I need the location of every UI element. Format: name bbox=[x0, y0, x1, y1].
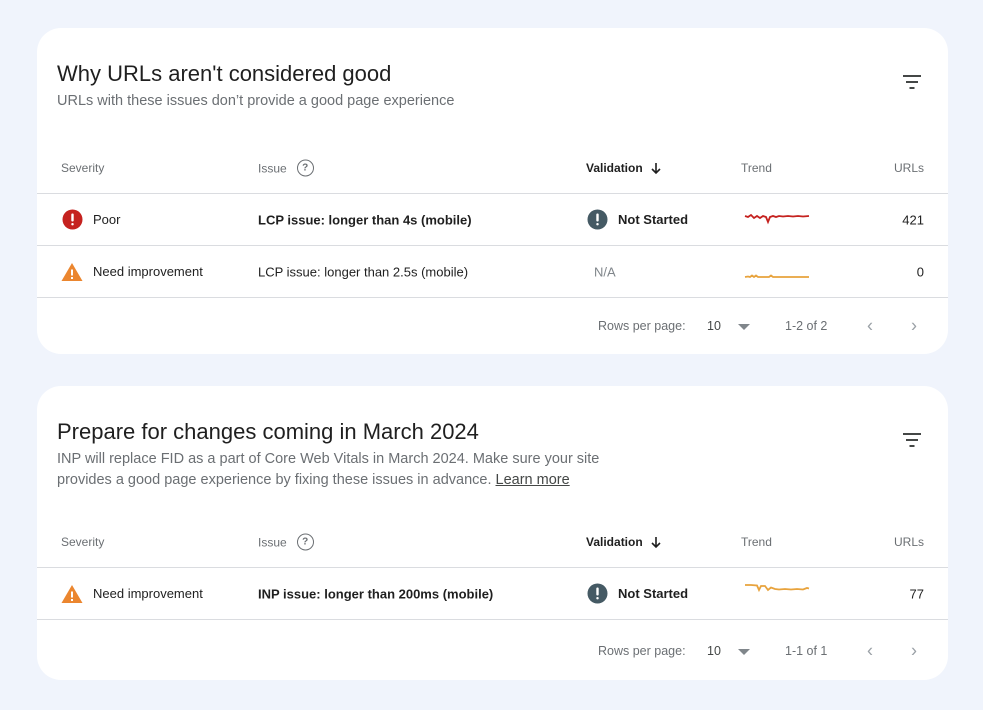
trend-sparkline bbox=[744, 213, 810, 224]
issue-label: LCP issue: longer than 2.5s (mobile) bbox=[258, 264, 469, 279]
next-page-button[interactable]: › bbox=[911, 316, 917, 337]
filter-icon bbox=[903, 433, 921, 435]
pagination: Rows per page: 10 1-2 of 2 ‹ › bbox=[37, 298, 948, 354]
learn-more-link[interactable]: Learn more bbox=[496, 472, 570, 488]
card-subtitle: INP will replace FID as a part of Core W… bbox=[57, 449, 617, 491]
arrow-down-icon bbox=[651, 537, 661, 549]
urls-count: 421 bbox=[902, 212, 924, 227]
help-icon[interactable]: ? bbox=[296, 533, 314, 551]
col-validation[interactable]: Validation bbox=[586, 535, 663, 549]
filter-button[interactable] bbox=[900, 70, 924, 94]
dropdown-arrow-icon bbox=[738, 648, 751, 655]
help-icon[interactable]: ? bbox=[296, 159, 314, 177]
col-validation[interactable]: Validation bbox=[586, 161, 663, 175]
validation-status-icon bbox=[586, 209, 608, 231]
error-icon bbox=[61, 209, 83, 231]
trend-cell bbox=[743, 210, 813, 230]
rows-per-page-select[interactable]: 10 bbox=[707, 644, 751, 658]
severity-label: Poor bbox=[93, 212, 121, 227]
table-row[interactable]: Poor LCP issue: longer than 4s (mobile) … bbox=[37, 194, 948, 246]
filter-icon-bot bbox=[909, 445, 915, 447]
prev-page-button[interactable]: ‹ bbox=[867, 316, 873, 337]
validation-label: Not Started bbox=[618, 212, 689, 227]
upcoming-changes-card: Prepare for changes coming in March 2024… bbox=[37, 386, 948, 680]
issue-label: LCP issue: longer than 4s (mobile) bbox=[258, 212, 472, 227]
trend-cell bbox=[743, 580, 813, 600]
filter-icon-bot bbox=[909, 87, 915, 89]
trend-cell bbox=[743, 267, 813, 287]
warning-icon bbox=[61, 261, 83, 283]
col-trend: Trend bbox=[741, 161, 772, 175]
rows-per-page-label: Rows per page: bbox=[598, 644, 686, 658]
prev-page-button[interactable]: ‹ bbox=[867, 641, 873, 662]
filter-button[interactable] bbox=[900, 428, 924, 452]
warning-icon bbox=[61, 583, 83, 605]
trend-sparkline bbox=[744, 273, 809, 278]
col-urls[interactable]: URLs bbox=[894, 161, 924, 175]
page-range: 1-1 of 1 bbox=[785, 644, 828, 658]
table-row[interactable]: Need improvement LCP issue: longer than … bbox=[37, 246, 948, 298]
col-issue-label: Issue bbox=[258, 161, 287, 175]
table-header: Severity Issue ? Validation Trend URLs bbox=[37, 143, 948, 194]
severity-cell: Poor bbox=[61, 209, 120, 231]
validation-cell: Not Started bbox=[586, 209, 688, 231]
card-subtitle: URLs with these issues don’t provide a g… bbox=[57, 93, 455, 109]
issue-label: INP issue: longer than 200ms (mobile) bbox=[258, 586, 494, 601]
filter-icon bbox=[903, 75, 921, 77]
severity-cell: Need improvement bbox=[61, 583, 203, 605]
table-row[interactable]: Need improvement INP issue: longer than … bbox=[37, 568, 948, 620]
validation-cell: Not Started bbox=[586, 583, 688, 605]
page-range: 1-2 of 2 bbox=[785, 319, 828, 333]
col-severity[interactable]: Severity bbox=[61, 161, 104, 175]
next-page-button[interactable]: › bbox=[911, 641, 917, 662]
filter-icon-mid bbox=[906, 81, 918, 83]
col-severity[interactable]: Severity bbox=[61, 535, 104, 549]
urls-count: 77 bbox=[909, 586, 924, 601]
col-trend: Trend bbox=[741, 535, 772, 549]
col-issue-label: Issue bbox=[258, 535, 287, 549]
filter-icon-mid bbox=[906, 439, 918, 441]
trend-sparkline bbox=[745, 583, 810, 592]
validation-status-icon bbox=[586, 583, 608, 605]
col-validation-label: Validation bbox=[586, 161, 643, 175]
validation-label: Not Started bbox=[618, 586, 689, 601]
rows-per-page-value: 10 bbox=[707, 644, 721, 658]
col-issue[interactable]: Issue ? bbox=[258, 159, 314, 177]
validation-label: N/A bbox=[594, 264, 616, 279]
severity-label: Need improvement bbox=[93, 264, 203, 279]
rows-per-page-select[interactable]: 10 bbox=[707, 319, 751, 333]
col-urls[interactable]: URLs bbox=[894, 535, 924, 549]
severity-cell: Need improvement bbox=[61, 261, 203, 283]
validation-cell: N/A bbox=[586, 264, 616, 279]
poor-urls-card: Why URLs aren't considered good URLs wit… bbox=[37, 28, 948, 354]
col-validation-label: Validation bbox=[586, 535, 643, 549]
card-title: Prepare for changes coming in March 2024 bbox=[57, 419, 479, 444]
pagination: Rows per page: 10 1-1 of 1 ‹ › bbox=[37, 623, 948, 679]
urls-count: 0 bbox=[916, 264, 924, 279]
rows-per-page-label: Rows per page: bbox=[598, 319, 686, 333]
col-issue[interactable]: Issue ? bbox=[258, 533, 314, 551]
dropdown-arrow-icon bbox=[738, 323, 751, 330]
arrow-down-icon bbox=[651, 163, 661, 175]
table-header: Severity Issue ? Validation Trend URLs bbox=[37, 517, 948, 568]
severity-label: Need improvement bbox=[93, 586, 203, 601]
rows-per-page-value: 10 bbox=[707, 319, 721, 333]
card-title: Why URLs aren't considered good bbox=[57, 61, 392, 86]
